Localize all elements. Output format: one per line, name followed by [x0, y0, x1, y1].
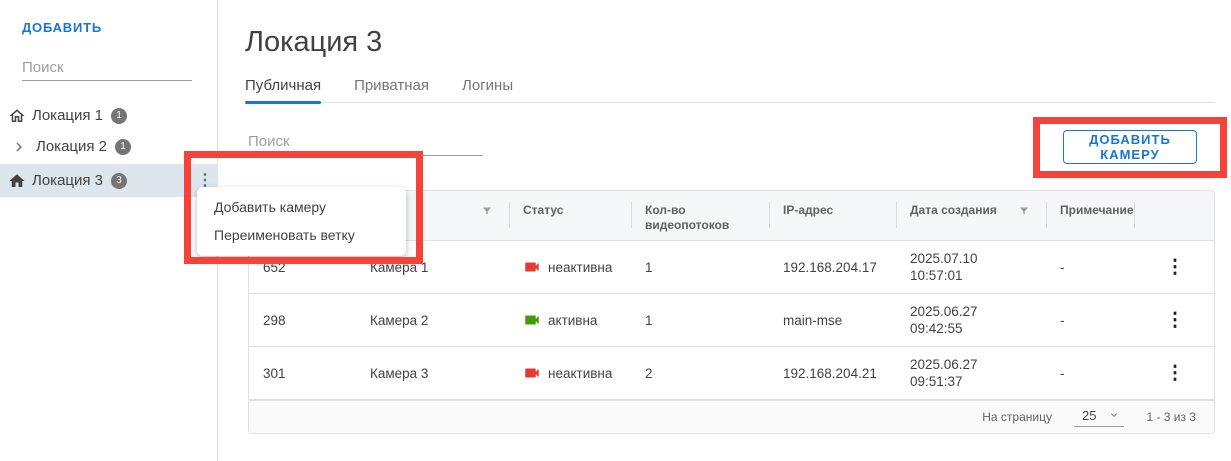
camera-count-badge: 1 — [115, 139, 131, 155]
camera-count-badge: 1 — [111, 108, 127, 124]
column-header-note: Примечание — [1046, 191, 1134, 240]
pagination-range-label: 1 - 3 из 3 — [1146, 410, 1196, 424]
sidebar: ДОБАВИТЬ Локация 1 1 Локация 2 1 Локация… — [0, 0, 218, 461]
cell-id: 301 — [249, 366, 356, 381]
cell-status: неактивна — [509, 258, 631, 276]
location-label: Локация 1 — [32, 107, 103, 124]
chevron-down-icon — [1108, 409, 1120, 421]
videocam-icon — [523, 311, 541, 329]
per-page-select[interactable]: 25 — [1074, 408, 1124, 427]
cell-status: неактивна — [509, 364, 631, 382]
tab-bar: Публичная Приватная Логины — [245, 77, 1215, 103]
cell-created: 2025.07.10 10:57:01 — [896, 250, 1046, 284]
sidebar-search-input[interactable] — [22, 54, 192, 81]
per-page-label: На страницу — [982, 410, 1052, 424]
menu-item-rename-branch[interactable]: Переименовать ветку — [197, 221, 406, 249]
videocam-icon — [523, 258, 541, 276]
cell-name: Камера 3 — [356, 366, 509, 381]
column-header-ip: IP-адрес — [769, 191, 896, 240]
sidebar-item-location-3[interactable]: Локация 3 3 ⋮ — [0, 164, 218, 197]
videocam-icon — [523, 364, 541, 382]
cell-name: Камера 1 — [356, 260, 509, 275]
cell-created: 2025.06.27 09:42:55 — [896, 303, 1046, 337]
page-title: Локация 3 — [245, 26, 382, 59]
table-row-camera-2[interactable]: 298 Камера 2 активна 1 main-mse 2025.06.… — [249, 294, 1214, 347]
cell-streams: 1 — [631, 260, 769, 275]
table-pagination: На страницу 25 1 - 3 из 3 — [249, 400, 1214, 433]
location-context-menu: Добавить камеру Переименовать ветку — [197, 187, 406, 256]
cell-ip: 192.168.204.17 — [769, 260, 896, 275]
row-menu-kebab-icon[interactable]: ⋮ — [1134, 362, 1216, 385]
menu-item-add-camera[interactable]: Добавить камеру — [197, 193, 406, 221]
add-camera-button[interactable]: ДОБАВИТЬ КАМЕРУ — [1063, 130, 1197, 164]
home-filled-icon — [8, 172, 26, 190]
sidebar-item-location-1[interactable]: Локация 1 1 — [0, 100, 218, 131]
cell-status: активна — [509, 311, 631, 329]
column-header-streams: Кол-во видеопотоков — [631, 191, 769, 240]
filter-icon[interactable] — [1018, 205, 1030, 217]
camera-count-badge: 3 — [111, 173, 127, 189]
sidebar-item-location-2[interactable]: Локация 2 1 — [0, 131, 218, 162]
cell-ip: main-mse — [769, 313, 896, 328]
add-location-button[interactable]: ДОБАВИТЬ — [22, 20, 102, 35]
column-header-status: Статус — [509, 191, 631, 240]
camera-search-input[interactable] — [248, 127, 483, 156]
cell-note: - — [1046, 313, 1134, 328]
home-outline-icon — [8, 107, 26, 125]
cell-name: Камера 2 — [356, 313, 509, 328]
cell-created: 2025.06.27 09:51:37 — [896, 356, 1046, 390]
row-menu-kebab-icon[interactable]: ⋮ — [1134, 256, 1216, 279]
column-header-actions — [1134, 191, 1216, 240]
cell-note: - — [1046, 366, 1134, 381]
location-label: Локация 3 — [32, 172, 103, 189]
row-menu-kebab-icon[interactable]: ⋮ — [1134, 309, 1216, 332]
location-tree: Локация 1 1 Локация 2 1 Локация 3 3 ⋮ — [0, 100, 218, 197]
cell-streams: 1 — [631, 313, 769, 328]
column-header-created: Дата создания — [896, 191, 1046, 240]
tab-logins[interactable]: Логины — [462, 77, 513, 102]
location-label: Локация 2 — [36, 138, 107, 155]
filter-icon[interactable] — [481, 205, 493, 217]
cell-id: 298 — [249, 313, 356, 328]
chevron-right-icon — [10, 138, 28, 156]
cell-note: - — [1046, 260, 1134, 275]
tab-public[interactable]: Публичная — [245, 77, 321, 102]
cell-id: 652 — [249, 260, 356, 275]
tab-private[interactable]: Приватная — [354, 77, 429, 102]
table-row-camera-3[interactable]: 301 Камера 3 неактивна 2 192.168.204.21 … — [249, 347, 1214, 400]
cell-ip: 192.168.204.21 — [769, 366, 896, 381]
cell-streams: 2 — [631, 366, 769, 381]
